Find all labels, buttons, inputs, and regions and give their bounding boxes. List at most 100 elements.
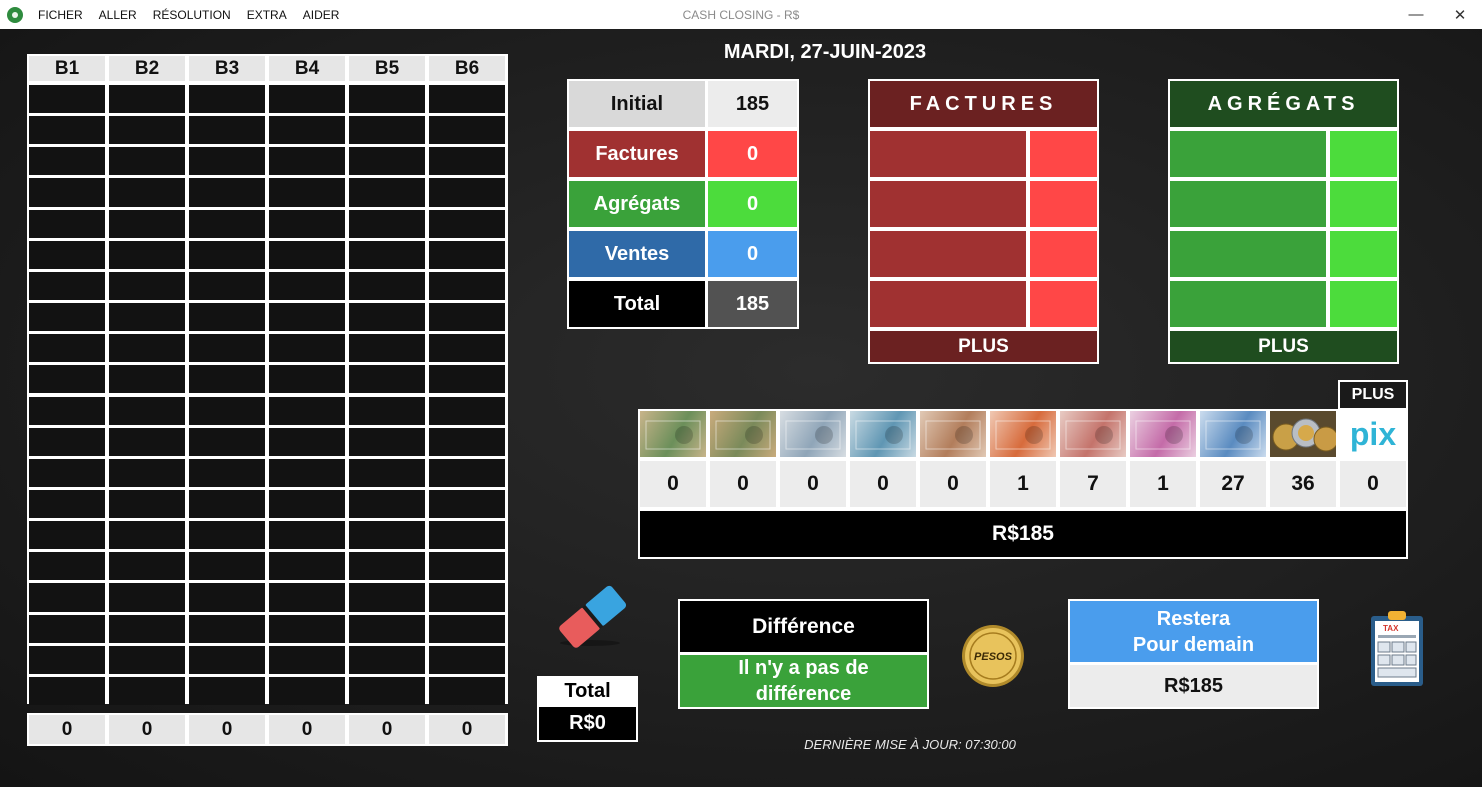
menu-aller[interactable]: ALLER (99, 8, 137, 22)
box-entry-field[interactable] (429, 240, 505, 269)
box-entry-field[interactable] (269, 614, 345, 643)
denomination-count-note-100[interactable]: 0 (850, 461, 916, 507)
agregats-value-field[interactable] (1330, 131, 1397, 177)
box-entry-field[interactable] (109, 458, 185, 487)
box-entry-field[interactable] (29, 489, 105, 519)
denomination-count-pix[interactable]: 0 (1340, 461, 1406, 507)
box-entry-field[interactable] (29, 334, 105, 363)
box-entry-field[interactable] (109, 334, 185, 363)
box-entry-field[interactable] (349, 676, 425, 705)
box-entry-field[interactable] (29, 178, 105, 207)
box-entry-field[interactable] (29, 583, 105, 612)
box-entry-field[interactable] (109, 614, 185, 643)
box-entry-field[interactable] (189, 458, 265, 487)
agregats-plus-button[interactable]: PLUS (1170, 331, 1397, 362)
box-entry-field[interactable] (349, 645, 425, 674)
box-entry-field[interactable] (429, 365, 505, 394)
agregats-value-field[interactable] (1330, 231, 1397, 277)
box-entry-field[interactable] (29, 240, 105, 269)
box-entry-field[interactable] (269, 178, 345, 207)
box-entry-field[interactable] (349, 334, 425, 363)
box-entry-field[interactable] (29, 552, 105, 581)
box-entry-field[interactable] (189, 240, 265, 269)
box-entry-field[interactable] (29, 614, 105, 643)
box-entry-field[interactable] (109, 489, 185, 519)
box-entry-field[interactable] (349, 552, 425, 581)
box-entry-field[interactable] (349, 85, 425, 114)
factures-value-field[interactable] (1030, 131, 1097, 177)
box-entry-field[interactable] (429, 178, 505, 207)
box-entry-field[interactable] (189, 271, 265, 301)
denomination-count-note-200-b[interactable]: 0 (710, 461, 776, 507)
box-entry-field[interactable] (269, 240, 345, 269)
box-entry-field[interactable] (349, 614, 425, 643)
box-entry-field[interactable] (269, 116, 345, 145)
box-entry-field[interactable] (269, 396, 345, 425)
box-entry-field[interactable] (109, 427, 185, 456)
factures-value-field[interactable] (1030, 281, 1097, 327)
agregats-value-field[interactable] (1330, 181, 1397, 227)
box-entry-field[interactable] (29, 676, 105, 705)
box-entry-field[interactable] (349, 240, 425, 269)
box-entry-field[interactable] (109, 209, 185, 238)
box-entry-field[interactable] (189, 645, 265, 674)
box-entry-field[interactable] (109, 303, 185, 332)
box-entry-field[interactable] (349, 178, 425, 207)
box-entry-field[interactable] (29, 85, 105, 114)
box-entry-field[interactable] (189, 178, 265, 207)
menu-ficher[interactable]: FICHER (38, 8, 83, 22)
box-entry-field[interactable] (349, 427, 425, 456)
box-entry-field[interactable] (189, 676, 265, 705)
box-entry-field[interactable] (429, 614, 505, 643)
box-entry-field[interactable] (109, 583, 185, 612)
box-entry-field[interactable] (189, 365, 265, 394)
box-entry-field[interactable] (349, 365, 425, 394)
factures-value-field[interactable] (1030, 231, 1097, 277)
box-entry-field[interactable] (109, 645, 185, 674)
box-entry-field[interactable] (349, 396, 425, 425)
box-entry-field[interactable] (189, 489, 265, 519)
denomination-count-coins[interactable]: 36 (1270, 461, 1336, 507)
minimize-button[interactable]: — (1396, 0, 1436, 29)
box-entry-field[interactable] (429, 334, 505, 363)
close-button[interactable]: ✕ (1440, 0, 1480, 29)
agregats-name-field[interactable] (1170, 231, 1326, 277)
box-entry-field[interactable] (109, 116, 185, 145)
box-entry-field[interactable] (29, 303, 105, 332)
denomination-count-note-200[interactable]: 0 (780, 461, 846, 507)
box-entry-field[interactable] (269, 521, 345, 550)
box-entry-field[interactable] (269, 147, 345, 176)
box-entry-field[interactable] (109, 271, 185, 301)
agregats-value-field[interactable] (1330, 281, 1397, 327)
box-entry-field[interactable] (29, 427, 105, 456)
factures-plus-button[interactable]: PLUS (870, 331, 1097, 362)
factures-name-field[interactable] (870, 231, 1026, 277)
eraser-icon[interactable] (552, 581, 632, 651)
box-entry-field[interactable] (29, 521, 105, 550)
denomination-count-note-50[interactable]: 0 (920, 461, 986, 507)
box-entry-field[interactable] (429, 85, 505, 114)
factures-name-field[interactable] (870, 181, 1026, 227)
denomination-count-note-200-a[interactable]: 0 (640, 461, 706, 507)
box-entry-field[interactable] (189, 85, 265, 114)
box-entry-field[interactable] (189, 614, 265, 643)
box-entry-field[interactable] (349, 271, 425, 301)
box-entry-field[interactable] (29, 209, 105, 238)
box-entry-field[interactable] (429, 489, 505, 519)
agregats-name-field[interactable] (1170, 181, 1326, 227)
denomination-count-note-2[interactable]: 27 (1200, 461, 1266, 507)
box-entry-field[interactable] (429, 552, 505, 581)
box-entry-field[interactable] (269, 676, 345, 705)
factures-value-field[interactable] (1030, 181, 1097, 227)
menu-resolution[interactable]: RÉSOLUTION (153, 8, 231, 22)
box-entry-field[interactable] (29, 458, 105, 487)
box-entry-field[interactable] (189, 396, 265, 425)
box-entry-field[interactable] (109, 147, 185, 176)
box-entry-field[interactable] (269, 489, 345, 519)
box-entry-field[interactable] (109, 85, 185, 114)
box-entry-field[interactable] (269, 303, 345, 332)
box-entry-field[interactable] (189, 552, 265, 581)
box-entry-field[interactable] (109, 521, 185, 550)
box-entry-field[interactable] (269, 458, 345, 487)
box-entry-field[interactable] (29, 271, 105, 301)
